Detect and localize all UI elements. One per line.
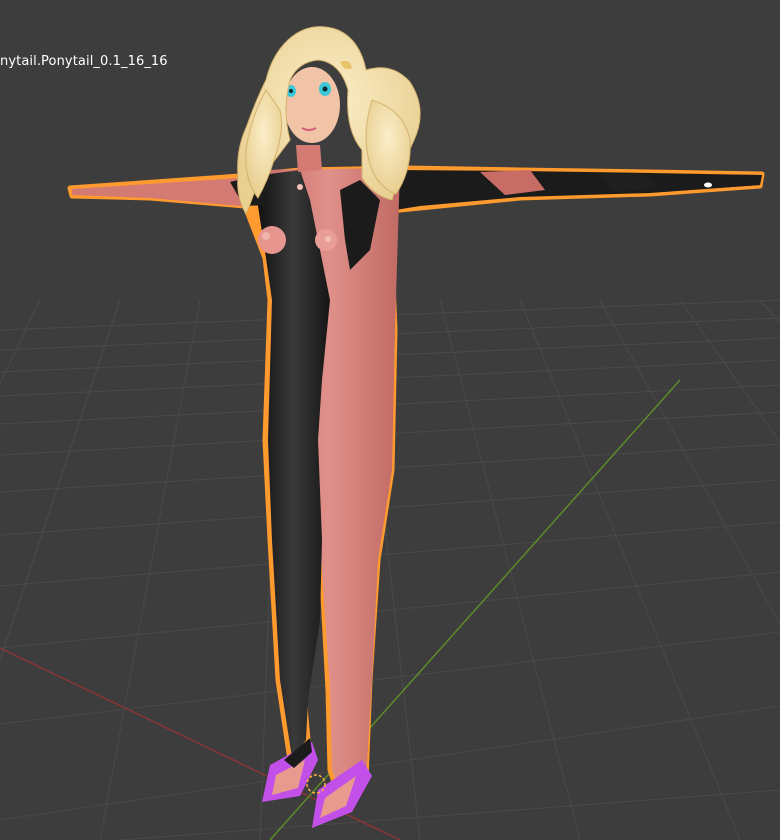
face — [284, 67, 340, 143]
origin-gizmo-icon[interactable] — [306, 774, 326, 794]
3d-viewport[interactable]: nytail.Ponytail_0.1_16_16 — [0, 0, 780, 840]
object-name-label: nytail.Ponytail_0.1_16_16 — [0, 54, 168, 69]
viewport-scene[interactable] — [0, 0, 780, 840]
selected-character-model[interactable] — [67, 26, 765, 828]
